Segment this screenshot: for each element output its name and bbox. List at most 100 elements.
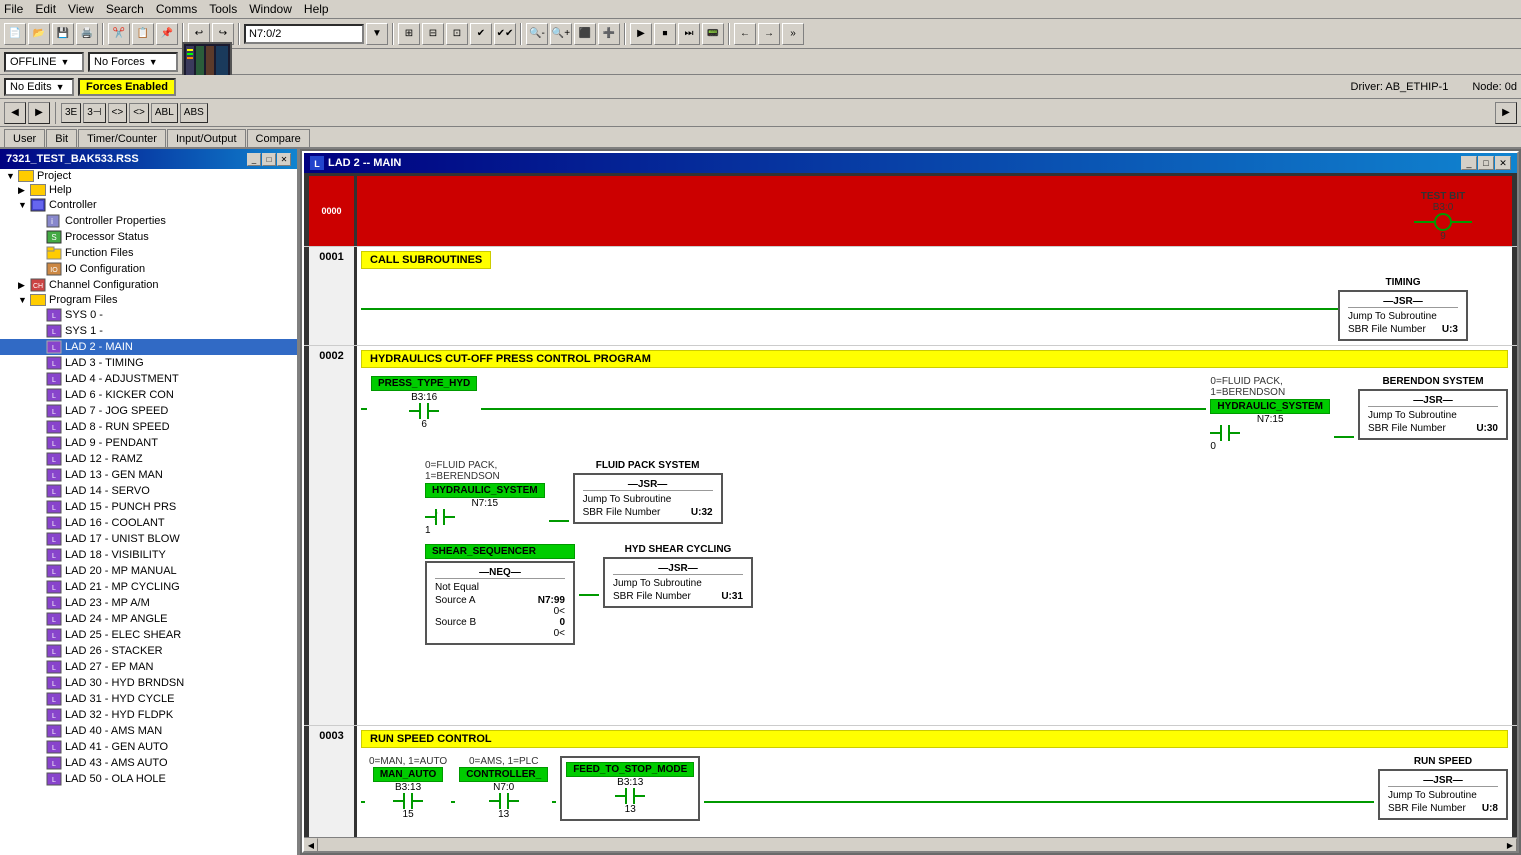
tree-item-lad17[interactable]: LLAD 17 - UNIST BLOW bbox=[0, 531, 297, 547]
print-btn[interactable]: 🖨️ bbox=[76, 23, 98, 45]
tree-item-lad26[interactable]: LLAD 26 - STACKER bbox=[0, 643, 297, 659]
tree-item-lad30[interactable]: LLAD 30 - HYD BRNDSN bbox=[0, 675, 297, 691]
save-btn[interactable]: 💾 bbox=[52, 23, 74, 45]
tree-item-program-files[interactable]: ▼ Program Files bbox=[0, 293, 297, 307]
tree-item-help[interactable]: ▶ Help bbox=[0, 183, 297, 197]
tree-item-lad25[interactable]: LLAD 25 - ELEC SHEAR bbox=[0, 627, 297, 643]
forces-status[interactable]: No Forces ▼ bbox=[88, 52, 178, 72]
ti-toggle-help[interactable]: ▶ bbox=[18, 185, 30, 196]
tree-item-lad20[interactable]: LLAD 20 - MP MANUAL bbox=[0, 563, 297, 579]
instr-more-btn[interactable]: ▶ bbox=[1495, 102, 1517, 124]
tree-item-lad43[interactable]: LLAD 43 - AMS AUTO bbox=[0, 755, 297, 771]
tree-item-controller-props[interactable]: i Controller Properties bbox=[0, 213, 297, 229]
tree-item-lad18[interactable]: LLAD 18 - VISIBILITY bbox=[0, 547, 297, 563]
paste-btn[interactable]: 📌 bbox=[156, 23, 178, 45]
tree-item-lad40[interactable]: LLAD 40 - AMS MAN bbox=[0, 723, 297, 739]
ti-toggle-program-files[interactable]: ▼ bbox=[18, 295, 30, 305]
tree-item-lad15[interactable]: LLAD 15 - PUNCH PRS bbox=[0, 499, 297, 515]
ladder-content-area[interactable]: 0000 TEST BIT B3:0 bbox=[304, 173, 1517, 837]
tree-item-lad14[interactable]: LLAD 14 - SERVO bbox=[0, 483, 297, 499]
instr-3ec-btn[interactable]: 3⊣ bbox=[83, 103, 105, 123]
nav-left-btn[interactable]: ← bbox=[734, 23, 756, 45]
tab-user[interactable]: User bbox=[4, 129, 45, 147]
tree-item-lad3[interactable]: LLAD 3 - TIMING bbox=[0, 355, 297, 371]
ladder-close-btn[interactable]: ✕ bbox=[1495, 156, 1511, 170]
tree-item-lad31[interactable]: LLAD 31 - HYD CYCLE bbox=[0, 691, 297, 707]
tree-item-channel-config[interactable]: ▶ CH Channel Configuration bbox=[0, 277, 297, 293]
edits-status[interactable]: No Edits ▼ bbox=[4, 78, 74, 96]
offline-dropdown-icon[interactable]: ▼ bbox=[60, 57, 69, 67]
tree-item-lad12[interactable]: LLAD 12 - RAMZ bbox=[0, 451, 297, 467]
tree-item-function-files[interactable]: Function Files bbox=[0, 245, 297, 261]
nav-more-btn[interactable]: » bbox=[782, 23, 804, 45]
tab-compare[interactable]: Compare bbox=[247, 129, 310, 147]
menu-window[interactable]: Window bbox=[249, 2, 292, 16]
ti-toggle-channel[interactable]: ▶ bbox=[18, 280, 30, 291]
tree-minimize-btn[interactable]: _ bbox=[247, 153, 261, 166]
zoom-fit-btn[interactable]: ⬛ bbox=[574, 23, 596, 45]
ladder-minimize-btn[interactable]: _ bbox=[1461, 156, 1477, 170]
h-scrollbar[interactable]: ◀ ▶ bbox=[304, 837, 1517, 851]
tree-item-lad16[interactable]: LLAD 16 - COOLANT bbox=[0, 515, 297, 531]
open-btn[interactable]: 📂 bbox=[28, 23, 50, 45]
tree-item-lad7[interactable]: LLAD 7 - JOG SPEED bbox=[0, 403, 297, 419]
menu-comms[interactable]: Comms bbox=[156, 2, 197, 16]
tab-inputoutput[interactable]: Input/Output bbox=[167, 129, 246, 147]
tree-item-lad21[interactable]: LLAD 21 - MP CYCLING bbox=[0, 579, 297, 595]
nav-right-btn[interactable]: → bbox=[758, 23, 780, 45]
tree-maximize-btn[interactable]: □ bbox=[262, 153, 276, 166]
instr-3e-btn[interactable]: 3E bbox=[61, 103, 81, 123]
toggle3-btn[interactable]: ⊡ bbox=[446, 23, 468, 45]
tree-item-sys0[interactable]: L SYS 0 - bbox=[0, 307, 297, 323]
tree-item-lad32[interactable]: LLAD 32 - HYD FLDPK bbox=[0, 707, 297, 723]
tab-bit[interactable]: Bit bbox=[46, 129, 77, 147]
instr-lt-btn[interactable]: <> bbox=[108, 103, 128, 123]
menu-view[interactable]: View bbox=[68, 2, 94, 16]
menu-edit[interactable]: Edit bbox=[35, 2, 56, 16]
step-btn[interactable]: ⏭ bbox=[678, 23, 700, 45]
tree-item-lad24[interactable]: LLAD 24 - MP ANGLE bbox=[0, 611, 297, 627]
instr-abs-btn[interactable]: ABS bbox=[180, 103, 208, 123]
tree-item-lad4[interactable]: LLAD 4 - ADJUSTMENT bbox=[0, 371, 297, 387]
instr-nav-right-btn[interactable]: ▶ bbox=[28, 102, 50, 124]
verify-btn[interactable]: ✔ bbox=[470, 23, 492, 45]
zoom-out-btn[interactable]: 🔍- bbox=[526, 23, 548, 45]
add-rung-btn[interactable]: ➕ bbox=[598, 23, 620, 45]
tree-item-lad50[interactable]: LLAD 50 - OLA HOLE bbox=[0, 771, 297, 787]
ladder-restore-btn[interactable]: □ bbox=[1478, 156, 1494, 170]
stop-btn[interactable]: ⏹ bbox=[654, 23, 676, 45]
toggle1-btn[interactable]: ⊞ bbox=[398, 23, 420, 45]
tree-item-lad27[interactable]: LLAD 27 - EP MAN bbox=[0, 659, 297, 675]
tree-close-btn[interactable]: ✕ bbox=[277, 153, 291, 166]
cut-btn[interactable]: ✂️ bbox=[108, 23, 130, 45]
menu-search[interactable]: Search bbox=[106, 2, 144, 16]
menu-file[interactable]: File bbox=[4, 2, 23, 16]
forces-dropdown-icon[interactable]: ▼ bbox=[149, 57, 158, 67]
tree-item-io-config[interactable]: IO IO Configuration bbox=[0, 261, 297, 277]
run-btn[interactable]: ▶ bbox=[630, 23, 652, 45]
tree-item-lad13[interactable]: LLAD 13 - GEN MAN bbox=[0, 467, 297, 483]
tree-item-lad2[interactable]: L LAD 2 - MAIN bbox=[0, 339, 297, 355]
tree-item-controller[interactable]: ▼ Controller bbox=[0, 197, 297, 213]
instr-lte-btn[interactable]: <> bbox=[129, 103, 149, 123]
menu-help[interactable]: Help bbox=[304, 2, 329, 16]
zoom-in-btn[interactable]: 🔍+ bbox=[550, 23, 572, 45]
h-scroll-track[interactable] bbox=[318, 838, 1503, 851]
h-scroll-left-btn[interactable]: ◀ bbox=[304, 838, 318, 852]
tree-item-processor-status[interactable]: S Processor Status bbox=[0, 229, 297, 245]
address-dropdown-btn[interactable]: ▼ bbox=[366, 23, 388, 45]
ti-toggle-controller[interactable]: ▼ bbox=[18, 200, 30, 210]
tree-item-lad23[interactable]: LLAD 23 - MP A/M bbox=[0, 595, 297, 611]
copy-btn[interactable]: 📋 bbox=[132, 23, 154, 45]
tree-item-lad8[interactable]: LLAD 8 - RUN SPEED bbox=[0, 419, 297, 435]
menu-tools[interactable]: Tools bbox=[209, 2, 237, 16]
tree-item-lad9[interactable]: LLAD 9 - PENDANT bbox=[0, 435, 297, 451]
instr-nav-left-btn[interactable]: ◀ bbox=[4, 102, 26, 124]
address-input[interactable] bbox=[244, 24, 364, 44]
verify2-btn[interactable]: ✔✔ bbox=[494, 23, 516, 45]
h-scroll-right-btn[interactable]: ▶ bbox=[1503, 838, 1517, 852]
prog-btn[interactable]: 📟 bbox=[702, 23, 724, 45]
tab-timercounter[interactable]: Timer/Counter bbox=[78, 129, 166, 147]
instr-abl-btn[interactable]: ABL bbox=[151, 103, 178, 123]
edits-dropdown-icon[interactable]: ▼ bbox=[56, 82, 65, 92]
